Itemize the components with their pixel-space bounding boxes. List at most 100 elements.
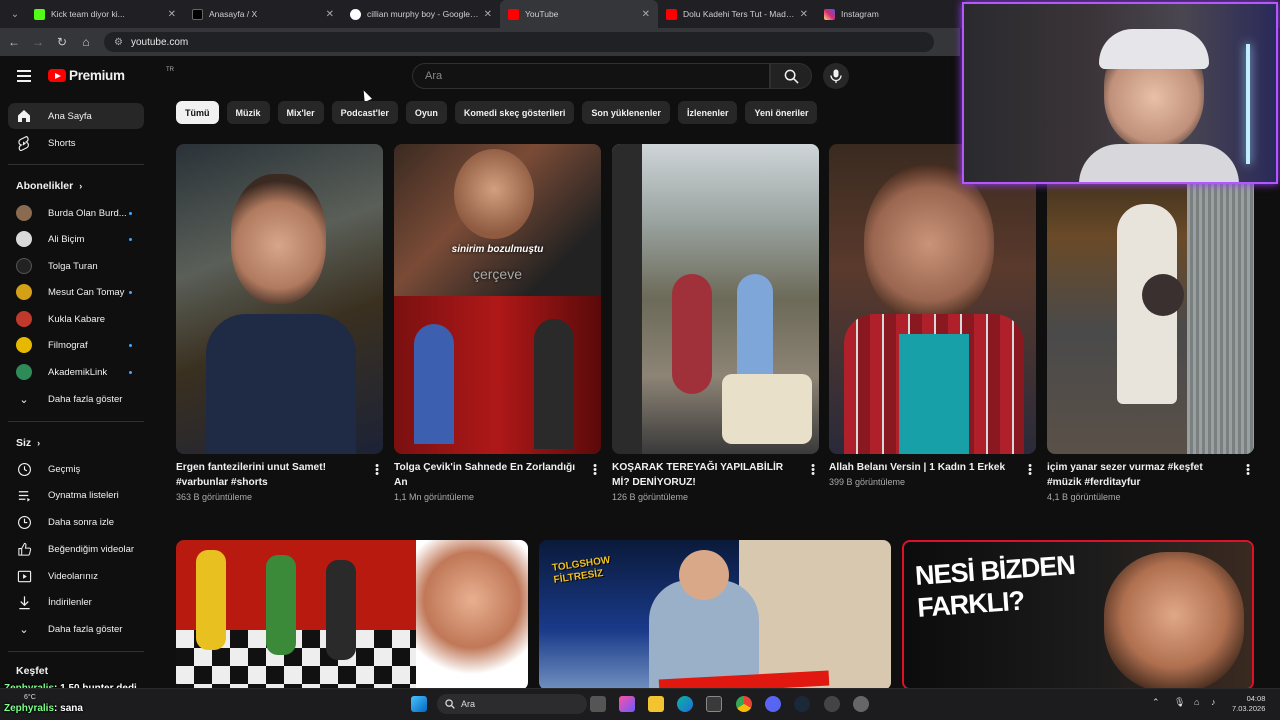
home-button-icon[interactable]: ⌂ bbox=[74, 35, 98, 49]
voice-search-button[interactable] bbox=[823, 63, 849, 89]
shorts-card[interactable]: Ergen fantezilerini unut Samet! #varbunl… bbox=[176, 144, 383, 502]
show-more-subscriptions[interactable]: ⌄ Daha fazla göster bbox=[8, 386, 144, 412]
sidebar-item-downloads[interactable]: İndirilenler bbox=[8, 589, 144, 615]
shorts-card[interactable]: Allah Belanı Versin | 1 Kadın 1 Erkek 39… bbox=[829, 144, 1036, 487]
sidebar-item-label: AkademikLink bbox=[48, 366, 108, 378]
clock-date: 7.03.2026 bbox=[1232, 704, 1266, 713]
video-title[interactable]: Tolga Çevik'in Sahnede En Zorlandığı An bbox=[394, 460, 582, 490]
store-icon[interactable] bbox=[706, 696, 722, 712]
network-icon[interactable]: ⌂ bbox=[1194, 697, 1199, 707]
close-tab-icon[interactable]: ✕ bbox=[168, 9, 176, 20]
subscriptions-heading[interactable]: Abonelikler › bbox=[16, 180, 82, 192]
chrome-icon[interactable] bbox=[736, 696, 752, 712]
video-title[interactable]: Ergen fantezilerini unut Samet! #varbunl… bbox=[176, 460, 364, 490]
search-button[interactable] bbox=[770, 63, 812, 89]
windows-start-icon[interactable] bbox=[411, 696, 427, 712]
close-tab-icon[interactable]: ✕ bbox=[642, 9, 650, 20]
video-thumbnail[interactable]: TOLGSHOW FİLTRESİZ bbox=[539, 540, 891, 690]
discord-icon[interactable] bbox=[765, 696, 781, 712]
reload-icon[interactable]: ↻ bbox=[50, 35, 74, 49]
microphone-tray-icon[interactable]: 🎙 bbox=[1174, 697, 1185, 708]
chip-comedy-sketches[interactable]: Komedi skeç gösterileri bbox=[454, 101, 575, 124]
microphone-icon bbox=[830, 69, 842, 83]
shorts-card[interactable]: sinirim bozulmuştu çerçeve Tolga Çevik'i… bbox=[394, 144, 601, 502]
url-field[interactable]: ⚙ youtube.com bbox=[104, 32, 934, 52]
sidebar-item-subscription[interactable]: Filmograf bbox=[8, 332, 144, 358]
shorts-thumbnail[interactable] bbox=[1047, 144, 1254, 454]
forward-icon[interactable]: → bbox=[26, 35, 50, 49]
settings-gear-icon[interactable] bbox=[853, 696, 869, 712]
sidebar-item-history[interactable]: Geçmiş bbox=[8, 456, 144, 482]
taskbar-search[interactable]: Ara bbox=[437, 694, 587, 714]
chevron-up-icon[interactable]: ⌃ bbox=[1152, 697, 1160, 708]
obs-icon[interactable] bbox=[824, 696, 840, 712]
sidebar-item-subscription[interactable]: AkademikLink bbox=[8, 359, 144, 385]
search-placeholder: Ara bbox=[425, 70, 443, 82]
sidebar-item-playlists[interactable]: Oynatma listeleri bbox=[8, 482, 144, 508]
sidebar-item-watch-later[interactable]: Daha sonra izle bbox=[8, 509, 144, 535]
more-options-icon[interactable]: • • • bbox=[373, 461, 381, 480]
browser-tab[interactable]: Dolu Kadehi Ters Tut - Madem ✕ bbox=[658, 0, 816, 28]
file-explorer-icon[interactable] bbox=[648, 696, 664, 712]
chip-all[interactable]: Tümü bbox=[176, 101, 219, 124]
shorts-card[interactable]: KOŞARAK TEREYAĞI YAPILABİLİR Mİ? DENİYOR… bbox=[612, 144, 819, 502]
chip-watched[interactable]: İzlenenler bbox=[677, 101, 738, 124]
sidebar-item-shorts[interactable]: Shorts bbox=[8, 130, 144, 156]
more-options-icon[interactable]: • • • bbox=[1026, 461, 1034, 480]
app-icon[interactable] bbox=[619, 696, 635, 712]
sidebar-item-subscription[interactable]: Tolga Turan bbox=[8, 253, 144, 279]
chip-mixes[interactable]: Mix'ler bbox=[277, 101, 324, 124]
video-thumbnail[interactable]: NESİ BİZDEN FARKLI? bbox=[902, 540, 1254, 690]
back-icon[interactable]: ← bbox=[2, 35, 26, 49]
shorts-thumbnail[interactable]: sinirim bozulmuştu çerçeve bbox=[394, 144, 601, 454]
video-title[interactable]: içim yanar sezer vurmaz #keşfet #müzik #… bbox=[1047, 460, 1235, 490]
close-tab-icon[interactable]: ✕ bbox=[326, 9, 334, 20]
browser-tab[interactable]: Anasayfa / X ✕ bbox=[184, 0, 342, 28]
tab-search-icon[interactable]: ⌄ bbox=[4, 4, 26, 24]
sidebar-item-liked[interactable]: Beğendiğim videolar bbox=[8, 536, 144, 562]
browser-tab[interactable]: Kick team diyor ki... ✕ bbox=[26, 0, 184, 28]
browser-tab-active[interactable]: YouTube ✕ bbox=[500, 0, 658, 28]
steam-icon[interactable] bbox=[794, 696, 810, 712]
close-tab-icon[interactable]: ✕ bbox=[484, 9, 492, 20]
video-title[interactable]: Allah Belanı Versin | 1 Kadın 1 Erkek bbox=[829, 460, 1017, 475]
you-heading[interactable]: Siz › bbox=[16, 437, 40, 449]
volume-icon[interactable]: ♪ bbox=[1211, 697, 1216, 707]
chip-gaming[interactable]: Oyun bbox=[405, 101, 447, 124]
sidebar-item-subscription[interactable]: Kukla Kabare bbox=[8, 306, 144, 332]
sidebar-item-home[interactable]: Ana Sayfa bbox=[8, 103, 144, 129]
close-tab-icon[interactable]: ✕ bbox=[800, 9, 808, 20]
sidebar-item-your-videos[interactable]: Videolarınız bbox=[8, 563, 144, 589]
video-title[interactable]: KOŞARAK TEREYAĞI YAPILABİLİR Mİ? DENİYOR… bbox=[612, 460, 800, 490]
shorts-card[interactable]: içim yanar sezer vurmaz #keşfet #müzik #… bbox=[1047, 144, 1254, 502]
video-thumbnail[interactable] bbox=[176, 540, 528, 690]
shorts-icon bbox=[16, 135, 32, 151]
shorts-thumbnail[interactable] bbox=[612, 144, 819, 454]
show-more-you[interactable]: ⌄ Daha fazla göster bbox=[8, 616, 144, 642]
tab-favicon-icon bbox=[350, 8, 361, 20]
site-info-icon[interactable]: ⚙ bbox=[114, 37, 123, 48]
task-view-icon[interactable] bbox=[590, 696, 606, 712]
more-options-icon[interactable]: • • • bbox=[591, 461, 599, 480]
edge-icon[interactable] bbox=[677, 696, 693, 712]
shorts-thumbnail[interactable] bbox=[829, 144, 1036, 454]
chip-music[interactable]: Müzik bbox=[226, 101, 270, 124]
menu-icon[interactable] bbox=[17, 70, 31, 82]
chip-podcasts[interactable]: Podcast'ler bbox=[331, 101, 398, 124]
chip-new-to-you[interactable]: Yeni öneriler bbox=[745, 101, 818, 124]
view-count: 399 B görüntüleme bbox=[829, 477, 906, 487]
more-options-icon[interactable]: • • • bbox=[1244, 461, 1252, 480]
sidebar-item-subscription[interactable]: Mesut Can Tomay bbox=[8, 279, 144, 305]
search-icon bbox=[445, 699, 455, 709]
more-options-icon[interactable]: • • • bbox=[809, 461, 817, 480]
youtube-logo[interactable]: Premium TR bbox=[48, 67, 174, 83]
shorts-thumbnail[interactable] bbox=[176, 144, 383, 454]
sidebar-item-subscription[interactable]: Ali Biçim bbox=[8, 226, 144, 252]
search-input[interactable]: Ara bbox=[412, 63, 770, 89]
system-clock[interactable]: 04:08 7.03.2026 bbox=[1232, 694, 1265, 714]
chip-recently-uploaded[interactable]: Son yüklenenler bbox=[582, 101, 670, 124]
channel-avatar bbox=[16, 205, 32, 221]
browser-tab[interactable]: cillian murphy boy - Google'da Ara ✕ bbox=[342, 0, 500, 28]
sidebar-item-subscription[interactable]: Burda Olan Burd... bbox=[8, 200, 144, 226]
browser-tab[interactable]: Instagram bbox=[816, 0, 974, 28]
